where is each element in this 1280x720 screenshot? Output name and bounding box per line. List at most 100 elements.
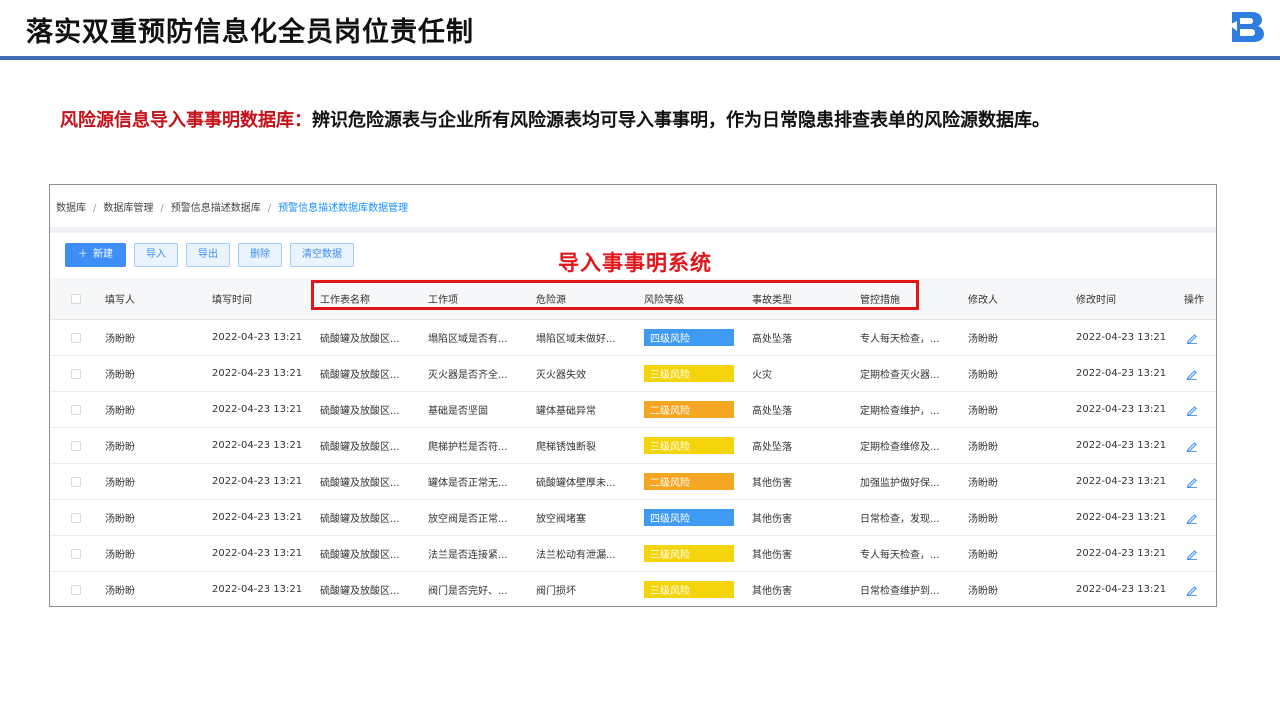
brand-logo xyxy=(1229,12,1264,42)
table-cell: 法兰松动有泄漏... xyxy=(536,550,616,561)
table-row: 汤盼盼 2022-04-23 13:21 硫酸罐及放酸区... 法兰是否连接紧... 法… xyxy=(50,536,1216,572)
annotation-highlight-box xyxy=(311,280,919,310)
table-cell: 硫酸罐及放酸区... xyxy=(320,586,400,597)
table-cell: 火灾 xyxy=(752,370,772,381)
row-checkbox[interactable] xyxy=(71,440,81,451)
table-cell: 定期检查灭火器... xyxy=(860,370,940,381)
risk-level-cell: 三级风险 xyxy=(644,572,734,606)
column-header: 修改时间 xyxy=(1076,295,1116,306)
table-cell: 灭火器是否齐全... xyxy=(428,370,508,381)
table-cell: 塌陷区域是否有... xyxy=(428,334,508,345)
table-cell: 硫酸罐体壁厚未... xyxy=(536,478,616,489)
table-row: 汤盼盼 2022-04-23 13:21 硫酸罐及放酸区... 罐体是否正常无... 硫… xyxy=(50,464,1216,500)
table-cell: 其他伤害 xyxy=(752,478,792,489)
intro-highlight: 风险源信息导入事事明数据库： xyxy=(60,110,312,131)
table-cell: 2022-04-23 13:21 xyxy=(212,548,303,559)
table-cell: 高处坠落 xyxy=(752,442,792,453)
select-all-checkbox[interactable] xyxy=(71,293,81,304)
edit-button[interactable] xyxy=(1186,572,1198,606)
table-cell: 汤盼盼 xyxy=(105,334,135,345)
row-checkbox[interactable] xyxy=(71,404,81,415)
table-cell: 2022-04-23 13:21 xyxy=(212,368,303,379)
breadcrumb-item[interactable]: 预警信息描述数据库 xyxy=(171,203,261,214)
edit-button[interactable] xyxy=(1186,356,1198,391)
table-cell: 汤盼盼 xyxy=(968,514,998,525)
edit-button[interactable] xyxy=(1186,500,1198,535)
table-cell: 其他伤害 xyxy=(752,514,792,525)
import-button[interactable]: 导入 xyxy=(134,243,178,267)
table-row: 汤盼盼 2022-04-23 13:21 硫酸罐及放酸区... 爬梯护栏是否符... 爬… xyxy=(50,428,1216,464)
section-divider xyxy=(50,227,1216,233)
table-cell: 2022-04-23 13:21 xyxy=(1076,368,1167,379)
row-checkbox[interactable] xyxy=(71,584,81,595)
edit-icon xyxy=(1186,441,1197,452)
intro-body: 辨识危险源表与企业所有风险源表均可导入事事明，作为日常隐患排查表单的风险源数据库… xyxy=(312,110,1050,131)
risk-level-cell: 二级风险 xyxy=(644,392,734,427)
new-button[interactable]: ＋ 新建 xyxy=(65,243,126,267)
delete-button[interactable]: 删除 xyxy=(238,243,282,267)
row-checkbox[interactable] xyxy=(71,512,81,523)
table-cell: 汤盼盼 xyxy=(105,586,135,597)
table-cell: 2022-04-23 13:21 xyxy=(1076,512,1167,523)
table-cell: 2022-04-23 13:21 xyxy=(1076,584,1167,595)
risk-level-badge: 三级风险 xyxy=(644,545,734,562)
export-button[interactable]: 导出 xyxy=(186,243,230,267)
new-button-label: 新建 xyxy=(93,249,113,260)
edit-button[interactable] xyxy=(1186,464,1198,499)
risk-level-cell: 三级风险 xyxy=(644,356,734,391)
column-header: 修改人 xyxy=(968,295,998,306)
row-checkbox[interactable] xyxy=(71,368,81,379)
risk-level-cell: 四级风险 xyxy=(644,500,734,535)
table-cell: 爬梯护栏是否符... xyxy=(428,442,508,453)
risk-level-cell: 三级风险 xyxy=(644,428,734,463)
table-cell: 2022-04-23 13:21 xyxy=(212,512,303,523)
table-cell: 汤盼盼 xyxy=(968,406,998,417)
risk-level-badge: 二级风险 xyxy=(644,473,734,490)
row-checkbox[interactable] xyxy=(71,332,81,343)
table-body: 汤盼盼 2022-04-23 13:21 硫酸罐及放酸区... 塌陷区域是否有... 塌… xyxy=(50,320,1216,606)
table-cell: 法兰是否连接紧... xyxy=(428,550,508,561)
edit-icon xyxy=(1186,549,1197,560)
edit-button[interactable] xyxy=(1186,536,1198,571)
breadcrumb: 数据库 / 数据库管理 / 预警信息描述数据库 / 预警信息描述数据库数据管理 xyxy=(56,203,409,214)
edit-icon xyxy=(1186,477,1197,488)
table-cell: 2022-04-23 13:21 xyxy=(1076,332,1167,343)
table-cell: 放空阀是否正常... xyxy=(428,514,508,525)
table-cell: 硫酸罐及放酸区... xyxy=(320,550,400,561)
table-cell: 定期检查维护，... xyxy=(860,406,940,417)
table-cell: 爬梯锈蚀断裂 xyxy=(536,442,596,453)
risk-level-badge: 三级风险 xyxy=(644,365,734,382)
table-cell: 汤盼盼 xyxy=(105,406,135,417)
risk-level-cell: 二级风险 xyxy=(644,464,734,499)
risk-level-cell: 三级风险 xyxy=(644,536,734,571)
data-table: 填写人 填写时间 工作表名称 工作项 危险源 风险等级 事故类型 管控措施 修改人 修改时间 操作 … xyxy=(50,278,1216,606)
table-cell: 汤盼盼 xyxy=(105,442,135,453)
edit-button[interactable] xyxy=(1186,428,1198,463)
row-checkbox[interactable] xyxy=(71,476,81,487)
breadcrumb-item[interactable]: 数据库管理 xyxy=(103,203,153,214)
table-cell: 加强监护做好保... xyxy=(860,478,940,489)
risk-level-badge: 三级风险 xyxy=(644,581,734,598)
table-cell: 汤盼盼 xyxy=(105,478,135,489)
table-cell: 汤盼盼 xyxy=(968,334,998,345)
slide-title: 落实双重预防信息化全员岗位责任制 xyxy=(26,17,474,48)
table-cell: 汤盼盼 xyxy=(105,370,135,381)
title-rule xyxy=(0,56,1280,60)
breadcrumb-item[interactable]: 数据库 xyxy=(56,203,86,214)
table-cell: 阀门是否完好、... xyxy=(428,586,508,597)
risk-level-cell: 四级风险 xyxy=(644,320,734,355)
table-cell: 灭火器失效 xyxy=(536,370,586,381)
table-cell: 汤盼盼 xyxy=(968,370,998,381)
clear-data-button[interactable]: 清空数据 xyxy=(290,243,354,267)
table-cell: 硫酸罐及放酸区... xyxy=(320,442,400,453)
row-checkbox[interactable] xyxy=(71,548,81,559)
table-cell: 2022-04-23 13:21 xyxy=(212,476,303,487)
table-cell: 2022-04-23 13:21 xyxy=(1076,440,1167,451)
table-cell: 专人每天检查，... xyxy=(860,334,940,345)
column-header: 填写时间 xyxy=(212,295,252,306)
edit-button[interactable] xyxy=(1186,392,1198,427)
table-cell: 日常检查，发现... xyxy=(860,514,940,525)
edit-icon xyxy=(1186,369,1197,380)
edit-button[interactable] xyxy=(1186,320,1198,355)
table-cell: 2022-04-23 13:21 xyxy=(1076,476,1167,487)
